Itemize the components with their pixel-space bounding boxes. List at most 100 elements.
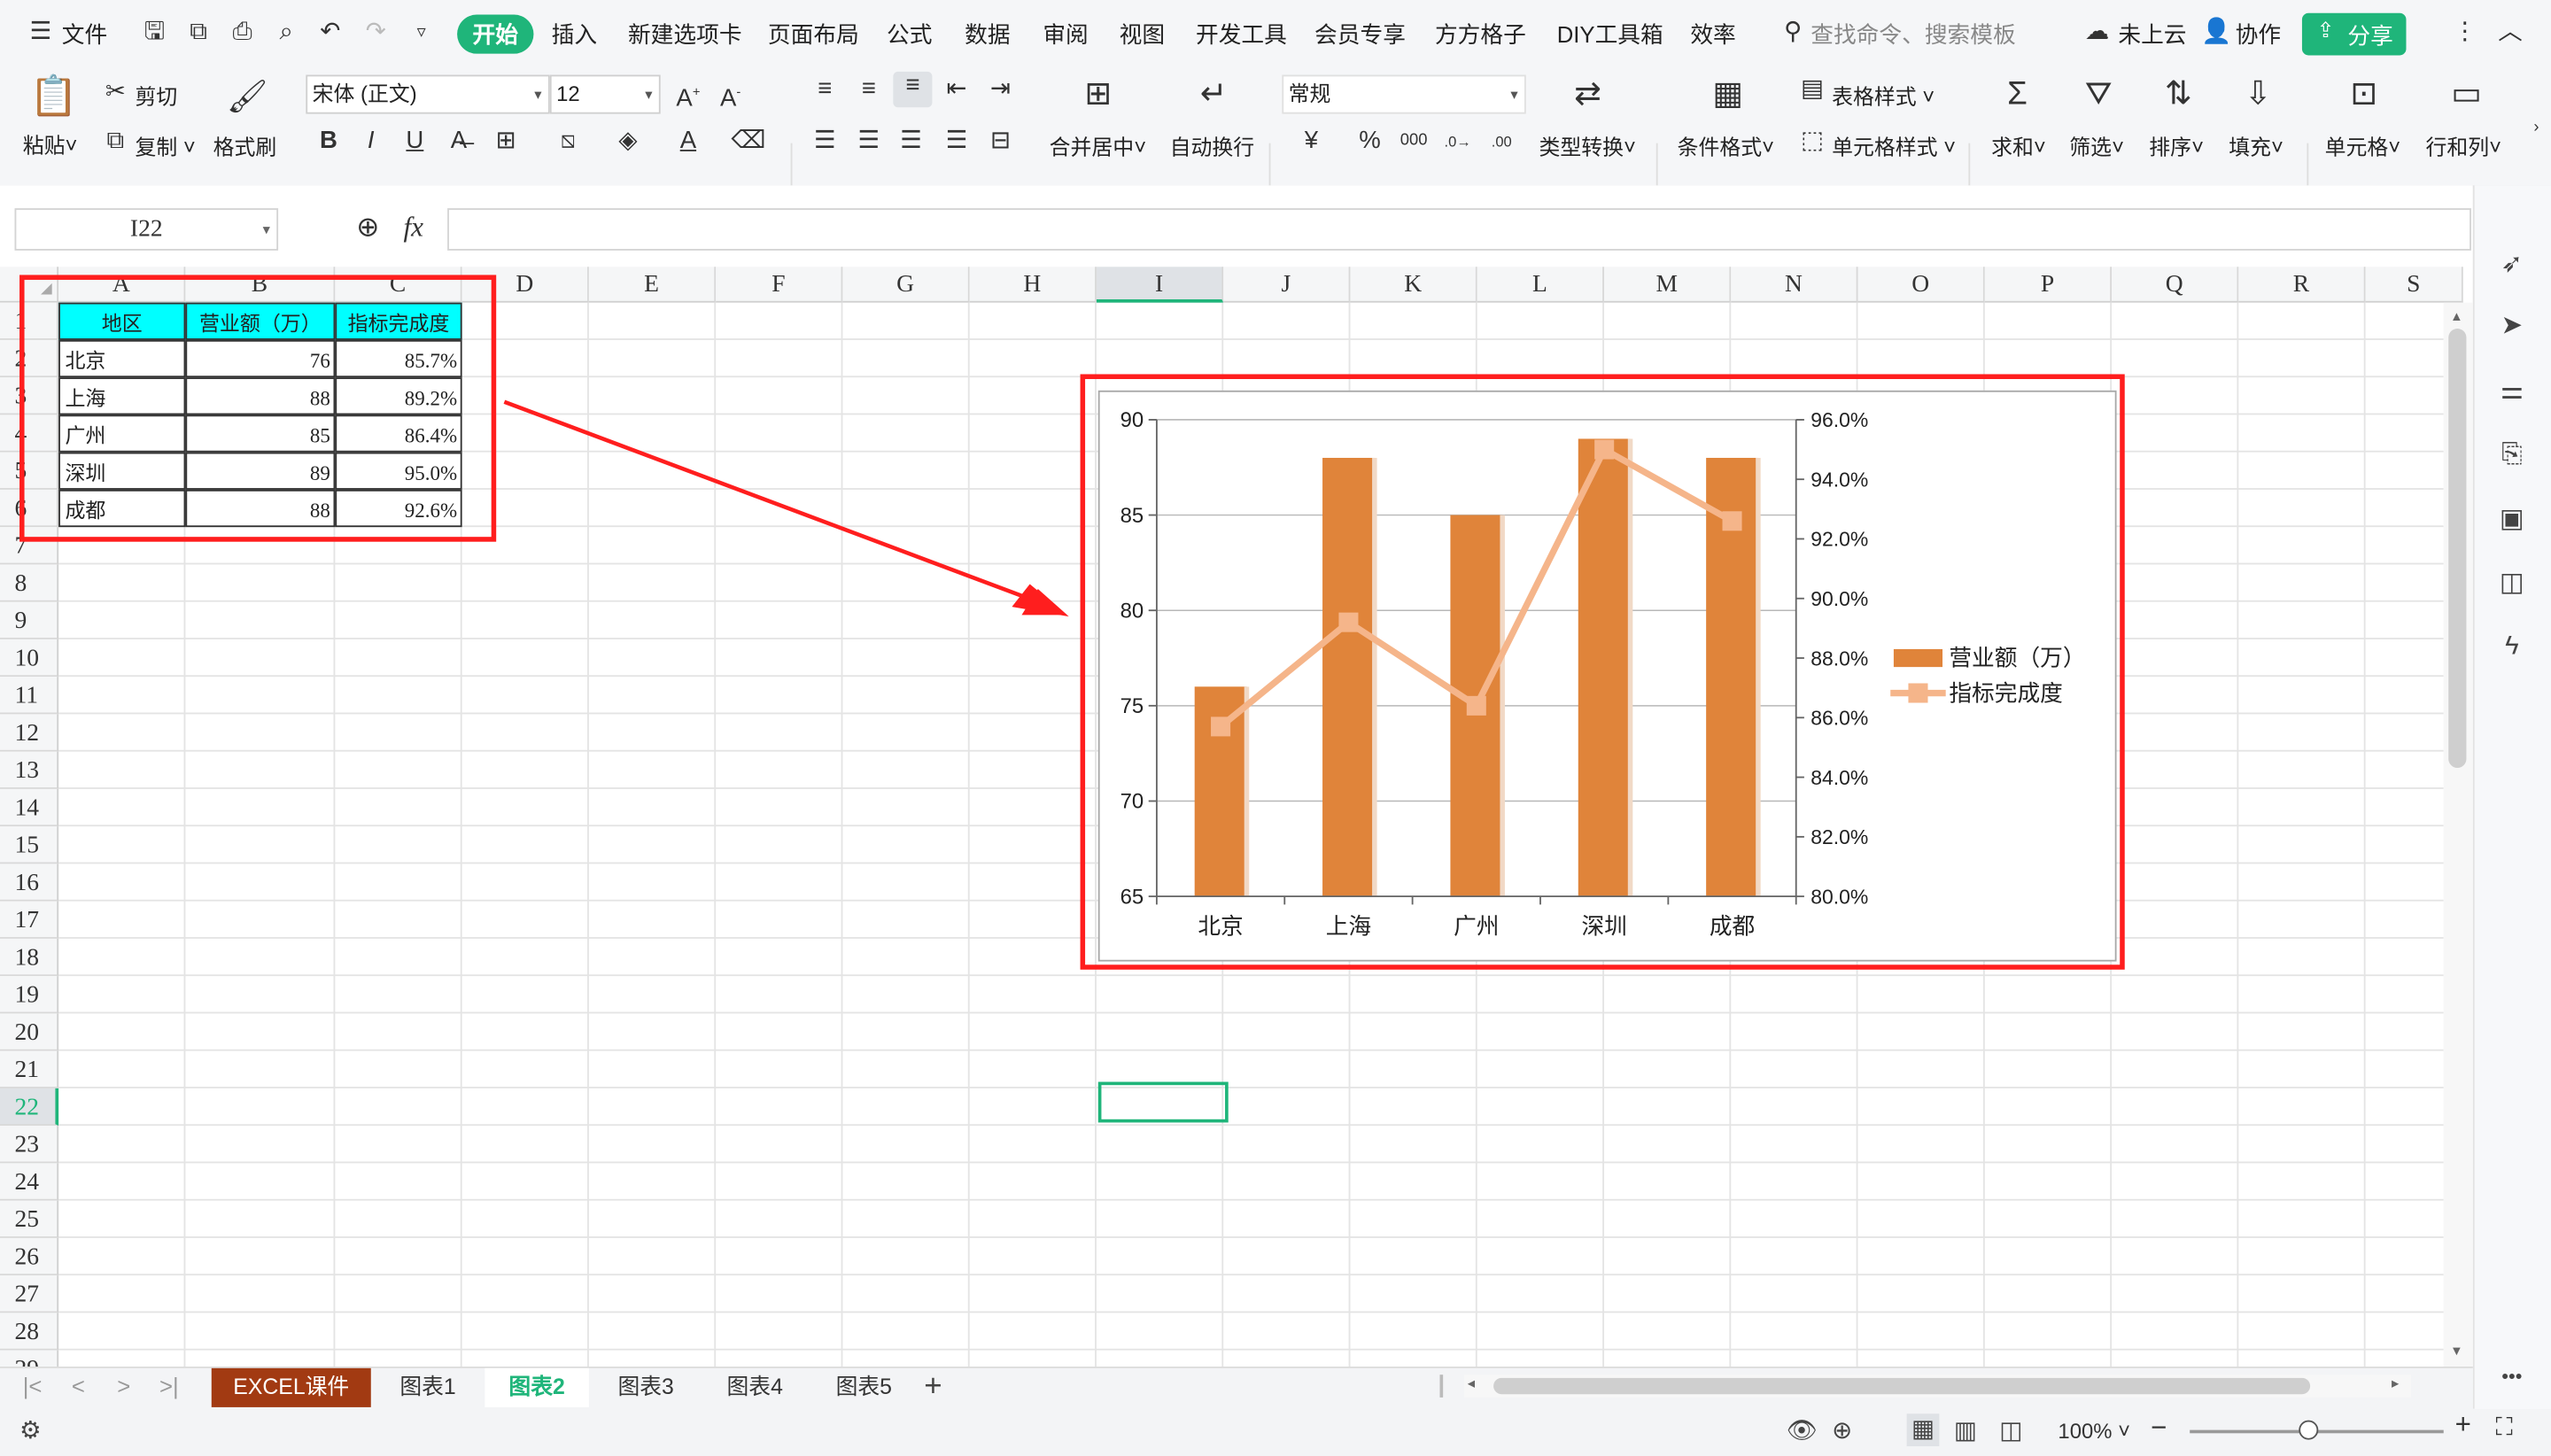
paste-icon[interactable]: 📋 — [29, 77, 78, 117]
next-sheet-icon[interactable]: > — [117, 1373, 130, 1398]
zoom-slider-thumb[interactable] — [2299, 1420, 2319, 1440]
vertical-scroll-thumb[interactable] — [2448, 329, 2467, 769]
indent-increase-icon[interactable]: ⇥ — [982, 74, 1018, 104]
menu-tab-developer[interactable]: 开发工具 — [1196, 18, 1287, 50]
row-header-18[interactable]: 18 — [0, 938, 59, 977]
menu-tab-page-layout[interactable]: 页面布局 — [768, 18, 859, 50]
paste-button[interactable]: 粘贴˅ — [23, 128, 78, 159]
sliders-icon[interactable]: ⚌ — [2495, 376, 2528, 408]
sort-icon[interactable]: ⇅ — [2156, 74, 2201, 113]
clear-format-icon[interactable]: ⌫ — [729, 127, 768, 156]
copy-icon[interactable]: ⧉ — [99, 127, 132, 156]
lightning-icon[interactable]: ϟ — [2495, 631, 2528, 664]
increase-decimal-icon[interactable]: .0→ — [1439, 127, 1475, 156]
scroll-left-icon[interactable]: ◂ — [1468, 1375, 1475, 1392]
menu-tab-home[interactable]: 开始 — [457, 14, 534, 54]
redo-icon[interactable]: ↷ — [361, 18, 391, 47]
collapse-ribbon-icon[interactable]: ︿ — [2495, 18, 2524, 47]
menu-tab-insert[interactable]: 插入 — [552, 18, 597, 50]
command-search-input[interactable]: 查找命令、搜索模板 — [1811, 18, 2015, 50]
increase-font-icon[interactable]: A+ — [671, 78, 706, 113]
copy-button[interactable]: 复制 ˅ — [135, 130, 195, 161]
row-header-17[interactable]: 17 — [0, 901, 59, 939]
column-header-h[interactable]: H — [969, 267, 1097, 303]
more-panel-icon[interactable]: ••• — [2495, 1360, 2528, 1393]
borders-icon[interactable]: ⊞ — [486, 127, 525, 156]
align-left-icon[interactable]: ☰ — [807, 127, 842, 156]
row-header-27[interactable]: 27 — [0, 1275, 59, 1313]
column-header-q[interactable]: Q — [2112, 267, 2239, 303]
prev-sheet-icon[interactable]: < — [72, 1373, 85, 1398]
scroll-down-icon[interactable]: ▼ — [2450, 1344, 2463, 1359]
undo-icon[interactable]: ↶ — [315, 18, 345, 47]
reading-mode-icon[interactable]: ⊕ — [1832, 1415, 1852, 1444]
column-header-s[interactable]: S — [2365, 267, 2463, 303]
sheet-tab-chart5[interactable]: 图表5 — [813, 1368, 914, 1407]
row-header-23[interactable]: 23 — [0, 1126, 59, 1164]
bold-icon[interactable]: B — [313, 127, 345, 156]
row-col-icon[interactable]: ▭ — [2444, 74, 2489, 113]
tab-split-handle[interactable] — [1439, 1375, 1444, 1398]
row-header-19[interactable]: 19 — [0, 976, 59, 1014]
table-tools-icon[interactable]: ⎘ — [2495, 439, 2528, 472]
scroll-up-icon[interactable]: ▲ — [2450, 309, 2463, 324]
column-header-l[interactable]: L — [1477, 267, 1604, 303]
column-header-o[interactable]: O — [1857, 267, 1985, 303]
cell-icon[interactable]: ⊡ — [2341, 74, 2386, 113]
row-header-15[interactable]: 15 — [0, 826, 59, 864]
sum-button[interactable]: 求和˅ — [1991, 130, 2046, 161]
macro-icon[interactable]: ⚙ — [19, 1415, 42, 1444]
currency-icon[interactable]: ¥ — [1293, 127, 1329, 156]
menu-tab-fangfang[interactable]: 方方格子 — [1435, 18, 1526, 50]
align-right-icon[interactable]: ☰ — [893, 127, 928, 156]
cursor-select-icon[interactable]: ➤ — [2495, 311, 2528, 344]
align-middle-icon[interactable]: ≡ — [851, 74, 887, 104]
sort-button[interactable]: 排序˅ — [2149, 130, 2204, 161]
table-style-icon[interactable]: ▤ — [1796, 74, 1829, 104]
menu-tab-data[interactable]: 数据 — [965, 18, 1010, 50]
save-icon[interactable]: 🖫 — [140, 18, 169, 47]
print-preview-icon[interactable]: ⌕ — [272, 18, 301, 47]
italic-icon[interactable]: I — [354, 127, 387, 156]
strikethrough-icon[interactable]: A̶ — [443, 127, 476, 156]
row-header-20[interactable]: 20 — [0, 1013, 59, 1051]
row-header-24[interactable]: 24 — [0, 1163, 59, 1201]
row-header-11[interactable]: 11 — [0, 677, 59, 715]
export-icon[interactable]: ⧉ — [184, 18, 213, 47]
decrease-decimal-icon[interactable]: .00 — [1484, 127, 1519, 156]
row-header-13[interactable]: 13 — [0, 751, 59, 789]
menu-tab-formulas[interactable]: 公式 — [887, 18, 932, 50]
fullscreen-icon[interactable]: ⛶ — [2495, 1413, 2512, 1441]
filter-button[interactable]: 筛选˅ — [2069, 130, 2124, 161]
merge-center-icon[interactable]: ⊞ — [1075, 74, 1120, 113]
sheet-tab-chart3[interactable]: 图表3 — [595, 1368, 696, 1407]
column-header-m[interactable]: M — [1603, 267, 1732, 303]
horizontal-scroll-thumb[interactable] — [1493, 1377, 2311, 1395]
zoom-formula-icon[interactable]: ⊕ — [356, 212, 379, 244]
first-sheet-icon[interactable]: |< — [23, 1373, 43, 1398]
zoom-level-select[interactable]: 100% ˅ — [2058, 1419, 2130, 1444]
add-sheet-icon[interactable]: + — [924, 1370, 942, 1406]
type-convert-icon[interactable]: ⇄ — [1565, 74, 1610, 113]
formula-input[interactable] — [447, 208, 2471, 251]
wrap-text-button[interactable]: 自动换行 — [1170, 130, 1255, 161]
last-sheet-icon[interactable]: >| — [159, 1373, 179, 1398]
column-header-j[interactable]: J — [1223, 267, 1351, 303]
font-color-icon[interactable]: A — [669, 127, 708, 156]
image-tool-icon[interactable]: ▣ — [2495, 504, 2528, 537]
distribute-icon[interactable]: ⊟ — [982, 127, 1018, 156]
print-icon[interactable]: ⎙ — [228, 18, 257, 47]
format-painter-icon[interactable]: 🖌 — [224, 78, 269, 117]
menu-tab-diy-toolbox[interactable]: DIY工具箱 — [1557, 18, 1663, 50]
sheet-tab-excel-course[interactable]: EXCEL课件 — [211, 1367, 371, 1407]
sheet-tab-chart1[interactable]: 图表1 — [379, 1368, 477, 1407]
cell-style-icon[interactable]: ⬚ — [1796, 127, 1829, 156]
more-options-icon[interactable]: ⋮ — [2450, 18, 2479, 47]
column-header-n[interactable]: N — [1731, 267, 1858, 303]
align-top-icon[interactable]: ≡ — [807, 74, 842, 104]
fill-pattern-icon[interactable]: ⧅ — [548, 127, 587, 156]
fill-button[interactable]: 填充˅ — [2229, 130, 2283, 161]
menu-tab-new-tab[interactable]: 新建选项卡 — [628, 18, 742, 50]
row-header-14[interactable]: 14 — [0, 788, 59, 827]
number-format-select[interactable]: 常规 ▾ — [1282, 74, 1526, 114]
